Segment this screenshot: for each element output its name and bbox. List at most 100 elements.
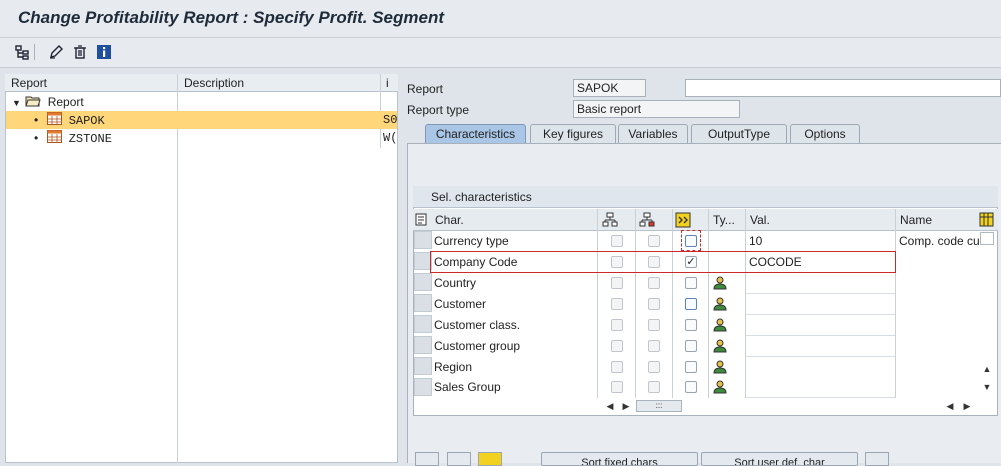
select-all-button[interactable] bbox=[478, 452, 502, 466]
grid-checkbox[interactable] bbox=[611, 340, 623, 352]
grid-divider bbox=[672, 209, 673, 398]
scroll-left-icon[interactable]: ◀ bbox=[603, 399, 617, 413]
report-description-field[interactable] bbox=[685, 79, 1001, 97]
grid-divider bbox=[708, 209, 709, 398]
grid-cell-char: Region bbox=[434, 360, 473, 374]
grid-checkbox[interactable] bbox=[648, 319, 660, 331]
grid-cell-char: Customer group bbox=[434, 339, 521, 353]
grid-checkbox[interactable] bbox=[648, 340, 660, 352]
pencil-icon[interactable] bbox=[46, 42, 66, 62]
row-selector[interactable] bbox=[414, 357, 432, 375]
grid-checkbox[interactable] bbox=[648, 277, 660, 289]
report-field[interactable]: SAPOK bbox=[573, 79, 646, 97]
horizontal-scrollbar[interactable]: ::: bbox=[636, 400, 682, 412]
grid-checkbox[interactable] bbox=[685, 361, 697, 373]
grid-cell-char: Sales Group bbox=[434, 380, 501, 394]
highlight-box bbox=[430, 251, 896, 273]
grid-checkbox[interactable] bbox=[648, 235, 660, 247]
row-selector[interactable] bbox=[414, 294, 432, 312]
grid-checkbox[interactable] bbox=[685, 340, 697, 352]
sort-fixed-chars-button[interactable]: Sort fixed chars bbox=[541, 452, 698, 466]
scroll-down-icon[interactable]: ▼ bbox=[980, 380, 994, 394]
tree-root-row[interactable]: ▼ Report bbox=[6, 93, 376, 111]
grid-cell-val[interactable] bbox=[746, 357, 895, 378]
tree-item-label: SAPOK bbox=[68, 114, 105, 128]
report-type-field[interactable]: Basic report bbox=[573, 100, 740, 118]
row-selector[interactable] bbox=[414, 336, 432, 354]
grid-checkbox[interactable] bbox=[611, 361, 623, 373]
hierarchy-icon[interactable] bbox=[12, 42, 32, 62]
select-all-icon[interactable] bbox=[415, 213, 429, 230]
folder-open-icon bbox=[25, 94, 42, 112]
application-toolbar bbox=[0, 38, 1001, 68]
tab-characteristics[interactable]: Characteristics bbox=[425, 124, 526, 143]
grid-checkbox[interactable] bbox=[611, 235, 623, 247]
person-icon[interactable] bbox=[712, 317, 728, 336]
grid-cell-val[interactable] bbox=[746, 377, 895, 398]
grid-checkbox[interactable] bbox=[685, 319, 697, 331]
tab-options[interactable]: Options bbox=[790, 124, 860, 143]
grid-checkbox[interactable] bbox=[648, 381, 660, 393]
deselect-hierarchy-button[interactable] bbox=[447, 452, 471, 466]
scroll-left-icon[interactable]: ◀ bbox=[943, 399, 957, 413]
info-icon[interactable] bbox=[94, 42, 114, 62]
tree-item-extra: S0 bbox=[383, 113, 397, 127]
tab-key-figures[interactable]: Key figures bbox=[530, 124, 616, 143]
person-icon[interactable] bbox=[712, 359, 728, 378]
tree-item-sapok[interactable]: • SAPOK bbox=[6, 111, 376, 129]
row-selector[interactable] bbox=[414, 378, 432, 396]
report-type-label: Report type bbox=[407, 103, 470, 117]
grid-cell-val[interactable] bbox=[746, 273, 895, 294]
grid-checkbox[interactable] bbox=[685, 298, 697, 310]
grid-checkbox[interactable] bbox=[611, 277, 623, 289]
grid-header-char[interactable]: Char. bbox=[431, 209, 596, 231]
page-title: Change Profitability Report : Specify Pr… bbox=[18, 8, 444, 27]
expand-arrow-icon[interactable]: ▼ bbox=[12, 94, 22, 112]
grid-checkbox[interactable] bbox=[611, 298, 623, 310]
tree-header-report[interactable]: Report bbox=[5, 74, 177, 92]
tab-output-type[interactable]: OutputType bbox=[691, 124, 787, 143]
trash-icon[interactable] bbox=[70, 42, 90, 62]
person-icon[interactable] bbox=[712, 275, 728, 294]
grid-cell-char: Customer class. bbox=[434, 318, 521, 332]
person-icon[interactable] bbox=[712, 338, 728, 357]
person-icon[interactable] bbox=[712, 296, 728, 315]
tree-item-zstone[interactable]: • ZSTONE bbox=[6, 129, 376, 147]
grid-checkbox[interactable] bbox=[648, 298, 660, 310]
tab-variables[interactable]: Variables bbox=[618, 124, 688, 143]
tree-header-description[interactable]: Description bbox=[178, 74, 380, 92]
grid-header-ty[interactable]: Ty... bbox=[709, 209, 747, 231]
grid-checkbox[interactable] bbox=[685, 235, 697, 247]
grid-checkbox[interactable] bbox=[648, 361, 660, 373]
grid-checkbox[interactable] bbox=[685, 277, 697, 289]
grid-cell-char: Currency type bbox=[434, 234, 509, 248]
layout-button[interactable] bbox=[865, 452, 889, 466]
grid-title: Sel. characteristics bbox=[413, 186, 998, 208]
grid-cell-val[interactable] bbox=[746, 294, 895, 315]
row-selector[interactable] bbox=[414, 273, 432, 291]
column-layout-icon[interactable] bbox=[979, 212, 994, 230]
grid-header-name[interactable]: Name bbox=[896, 209, 976, 231]
select-char-icon[interactable] bbox=[675, 212, 691, 231]
hierarchy-up-icon[interactable] bbox=[602, 212, 618, 231]
row-selector[interactable] bbox=[414, 315, 432, 333]
person-icon[interactable] bbox=[712, 379, 728, 398]
grid-checkbox[interactable] bbox=[611, 381, 623, 393]
grid-header-val[interactable]: Val. bbox=[746, 209, 896, 231]
sort-user-def-char-button[interactable]: Sort user def. char bbox=[701, 452, 858, 466]
grid-cell-val[interactable]: 10 bbox=[746, 231, 895, 252]
grid-cell-val[interactable] bbox=[746, 336, 895, 357]
grid-checkbox[interactable] bbox=[685, 381, 697, 393]
panel-splitter[interactable] bbox=[398, 74, 404, 463]
select-hierarchy-button[interactable] bbox=[415, 452, 439, 466]
hierarchy-red-icon[interactable] bbox=[639, 212, 655, 231]
grid-cell-val[interactable] bbox=[746, 315, 895, 336]
tree-root-label: Report bbox=[47, 95, 84, 109]
scrollbar-thumb[interactable] bbox=[980, 232, 994, 245]
tree-header-extra[interactable]: і bbox=[381, 74, 398, 92]
scroll-right-icon[interactable]: ▶ bbox=[619, 399, 633, 413]
grid-checkbox[interactable] bbox=[611, 319, 623, 331]
scroll-up-icon[interactable]: ▲ bbox=[980, 362, 994, 376]
scroll-right-icon[interactable]: ▶ bbox=[960, 399, 974, 413]
row-selector[interactable] bbox=[414, 231, 432, 249]
